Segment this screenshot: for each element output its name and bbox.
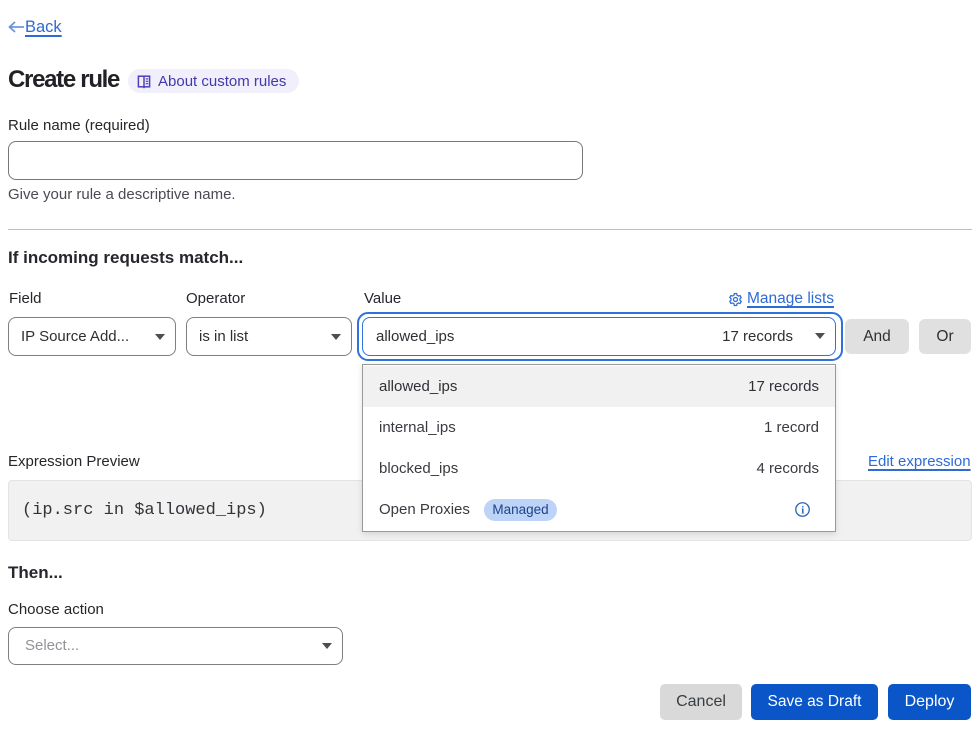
svg-text:i: i bbox=[801, 504, 804, 516]
